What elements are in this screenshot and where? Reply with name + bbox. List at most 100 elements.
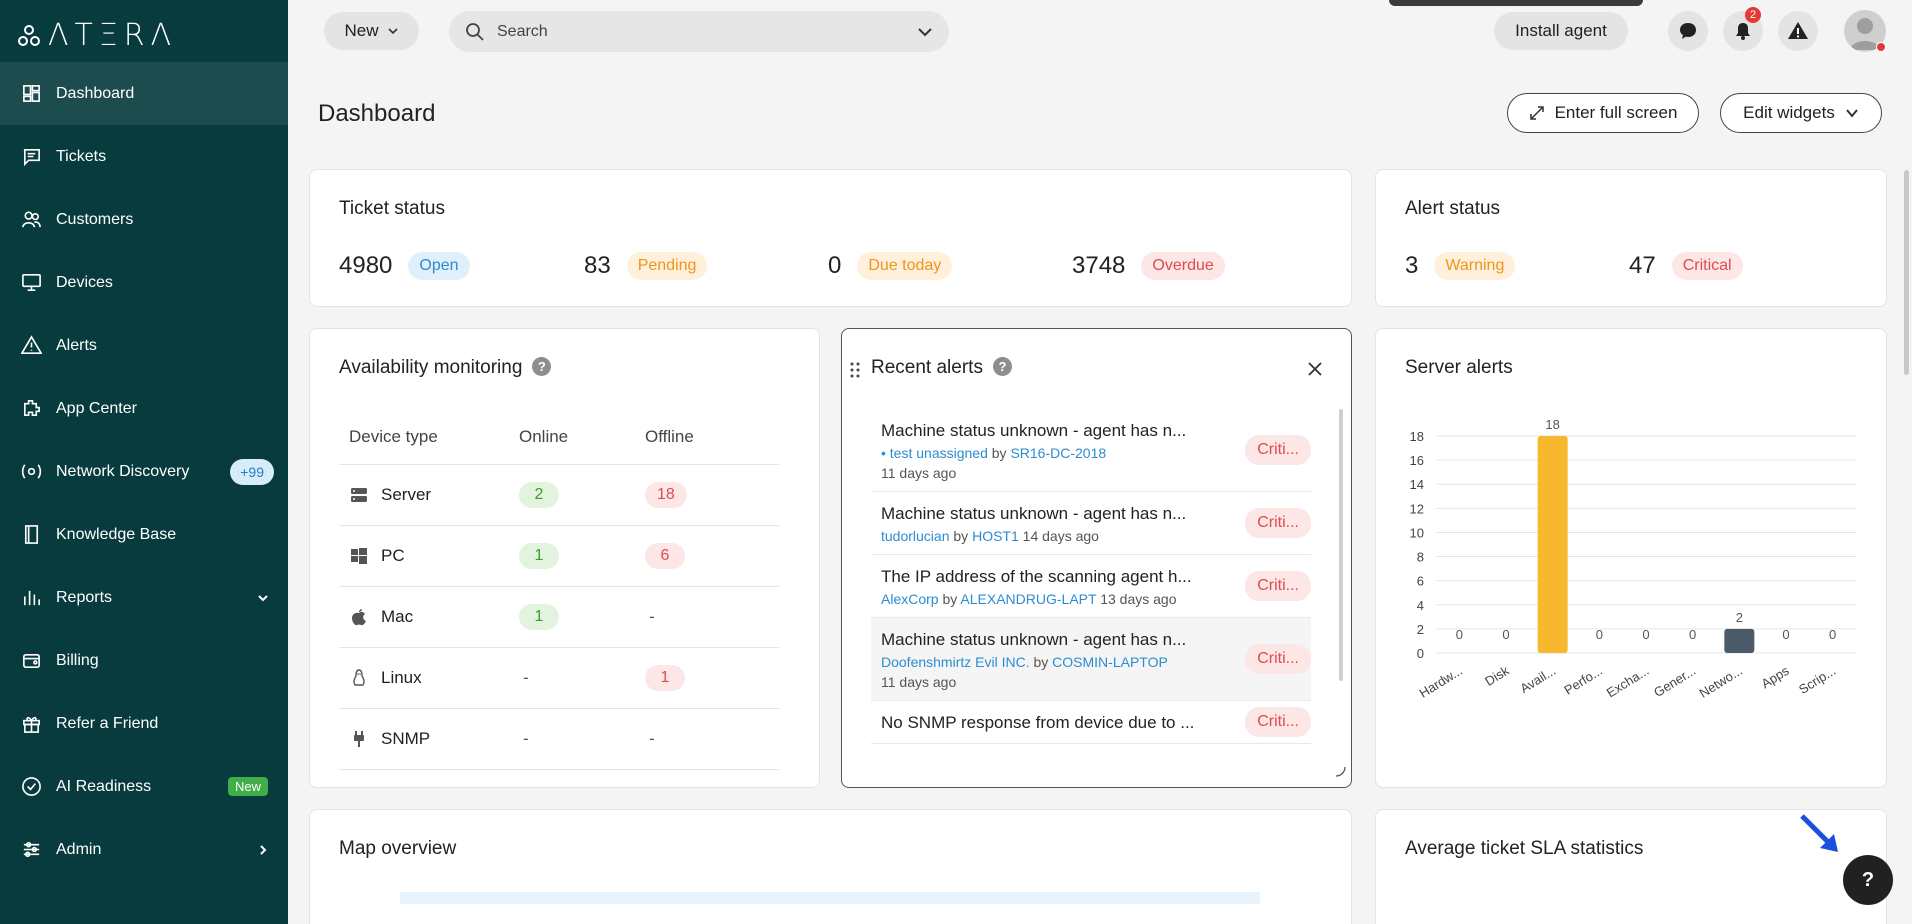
sidebar-item-admin[interactable]: Admin — [0, 818, 288, 881]
offline-count-badge[interactable]: 18 — [645, 482, 687, 508]
alert-title: The IP address of the scanning agent h..… — [881, 567, 1192, 586]
system-alerts-button[interactable] — [1778, 11, 1818, 51]
chat-icon — [1680, 23, 1696, 39]
data-label: 0 — [1642, 627, 1649, 642]
table-row[interactable]: SNMP - - — [339, 709, 779, 770]
map-overview-title: Map overview — [339, 838, 457, 859]
y-tick-label: 8 — [1417, 550, 1424, 565]
atera-logo[interactable]: ΛΤΞRΛ — [18, 18, 177, 53]
sla-statistics-title: Average ticket SLA statistics — [1405, 838, 1644, 859]
offline-count-badge[interactable]: 6 — [645, 543, 685, 569]
alert-list-item[interactable]: No SNMP response from device due to ... C… — [871, 701, 1311, 744]
search-input[interactable] — [497, 22, 905, 41]
drag-handle-icon[interactable] — [850, 362, 860, 383]
chat-button[interactable] — [1668, 11, 1708, 51]
customer-link[interactable]: AlexCorp — [881, 591, 939, 607]
online-count-badge[interactable]: 2 — [519, 482, 559, 508]
ticket-stat-pending[interactable]: 83 Pending — [584, 252, 708, 280]
device-type-label: Linux — [381, 668, 422, 687]
alert-list-item[interactable]: Machine status unknown - agent has n... t… — [871, 492, 1311, 555]
bell-icon — [1736, 23, 1750, 40]
availability-title-text: Availability monitoring — [339, 357, 523, 378]
customer-link[interactable]: tudorlucian — [881, 528, 950, 544]
install-agent-button[interactable]: Install agent — [1494, 12, 1628, 50]
sidebar-item-tickets[interactable]: Tickets — [0, 125, 288, 188]
x-tick-label: Avail... — [1517, 663, 1558, 696]
chart-bar[interactable] — [1724, 628, 1755, 653]
offline-value: - — [649, 729, 655, 748]
alert-stat-critical[interactable]: 47 Critical — [1629, 252, 1743, 280]
ticket-status-card: Ticket status 4980 Open 83 Pending 0 Due… — [309, 169, 1352, 307]
customers-icon — [20, 209, 42, 231]
sidebar-item-refer-a-friend[interactable]: Refer a Friend — [0, 692, 288, 755]
new-button[interactable]: New — [324, 12, 419, 50]
online-count-badge[interactable]: 1 — [519, 604, 559, 630]
customer-link[interactable]: • test unassigned — [881, 445, 988, 461]
device-type-label: Server — [381, 485, 432, 504]
sidebar-item-alerts[interactable]: Alerts — [0, 314, 288, 377]
sidebar-item-label: Devices — [56, 273, 113, 291]
alert-title: Machine status unknown - agent has n... — [881, 504, 1187, 523]
notifications-button[interactable]: 2 — [1723, 7, 1763, 51]
recent-alerts-scrollbar[interactable] — [1339, 409, 1343, 681]
sidebar-item-customers[interactable]: Customers — [0, 188, 288, 251]
alert-time: 11 days ago — [881, 465, 957, 481]
map-preview[interactable] — [400, 892, 1260, 904]
enter-full-screen-button[interactable]: Enter full screen — [1507, 93, 1699, 133]
alert-list-item[interactable]: Machine status unknown - agent has n... •… — [871, 409, 1311, 492]
server-alerts-card: Server alerts 0 2 4 6 8 10 12 14 16 18 0 Hardw... 0 D… — [1375, 328, 1887, 788]
data-label: 2 — [1736, 610, 1743, 625]
chart-bar[interactable] — [1537, 436, 1568, 653]
ticket-stat-due-today[interactable]: 0 Due today — [828, 252, 953, 280]
status-dot — [1876, 42, 1886, 52]
due-today-badge: Due today — [857, 252, 953, 280]
customer-link[interactable]: Doofenshmirtz Evil INC. — [881, 654, 1030, 670]
sidebar-item-billing[interactable]: Billing — [0, 629, 288, 692]
help-icon[interactable]: ? — [532, 357, 552, 376]
chevron-right-icon[interactable] — [256, 843, 270, 857]
search-bar[interactable] — [449, 11, 949, 52]
knowledge-base-icon — [20, 524, 42, 546]
ticket-stat-open[interactable]: 4980 Open — [339, 252, 470, 280]
alert-list-item[interactable]: The IP address of the scanning agent h..… — [871, 555, 1311, 618]
device-link[interactable]: HOST1 — [972, 528, 1019, 544]
table-row[interactable]: Linux - 1 — [339, 648, 779, 709]
edit-widgets-button[interactable]: Edit widgets — [1720, 93, 1882, 133]
offline-count-badge[interactable]: 1 — [645, 665, 685, 691]
sidebar-item-knowledge-base[interactable]: Knowledge Base — [0, 503, 288, 566]
table-row[interactable]: PC 1 6 — [339, 526, 779, 587]
y-tick-label: 14 — [1410, 477, 1424, 492]
device-type-label: Mac — [381, 607, 414, 626]
y-tick-label: 6 — [1417, 574, 1424, 589]
device-link[interactable]: ALEXANDRUG-LAPT — [960, 591, 1096, 607]
ticket-stat-overdue[interactable]: 3748 Overdue — [1072, 252, 1225, 280]
alert-stat-warning[interactable]: 3 Warning — [1405, 252, 1516, 280]
sidebar-item-devices[interactable]: Devices — [0, 251, 288, 314]
recent-alerts-list: Machine status unknown - agent has n... •… — [871, 409, 1311, 787]
close-icon[interactable] — [1307, 361, 1323, 382]
help-button[interactable]: ? — [1843, 855, 1893, 905]
alert-list-item[interactable]: Machine status unknown - agent has n... D… — [871, 618, 1311, 701]
sidebar-item-ai-readiness[interactable]: AI Readiness New — [0, 755, 288, 818]
sidebar-item-app-center[interactable]: App Center — [0, 377, 288, 440]
page-scrollbar[interactable] — [1904, 170, 1909, 375]
online-count-badge[interactable]: 1 — [519, 543, 559, 569]
sidebar-item-dashboard[interactable]: Dashboard — [0, 62, 288, 125]
sidebar-item-label: App Center — [56, 399, 137, 417]
chevron-down-icon[interactable] — [256, 591, 270, 605]
device-link[interactable]: SR16-DC-2018 — [1010, 445, 1106, 461]
pending-badge: Pending — [626, 252, 708, 280]
sidebar-item-reports[interactable]: Reports — [0, 566, 288, 629]
logo-icon — [18, 24, 40, 46]
enter-full-screen-label: Enter full screen — [1554, 103, 1678, 122]
search-dropdown-chevron-icon[interactable] — [917, 24, 933, 40]
table-row[interactable]: Server 2 18 — [339, 465, 779, 526]
sidebar-item-label: Reports — [56, 588, 113, 606]
sidebar-item-network-discovery[interactable]: Network Discovery +99 — [0, 440, 288, 503]
resize-handle-icon[interactable] — [1333, 764, 1347, 783]
table-row[interactable]: Mac 1 - — [339, 587, 779, 648]
help-icon[interactable]: ? — [992, 357, 1012, 376]
overdue-badge: Overdue — [1141, 252, 1225, 280]
sidebar-item-label: Network Discovery — [56, 462, 190, 480]
device-link[interactable]: COSMIN-LAPTOP — [1052, 654, 1168, 670]
